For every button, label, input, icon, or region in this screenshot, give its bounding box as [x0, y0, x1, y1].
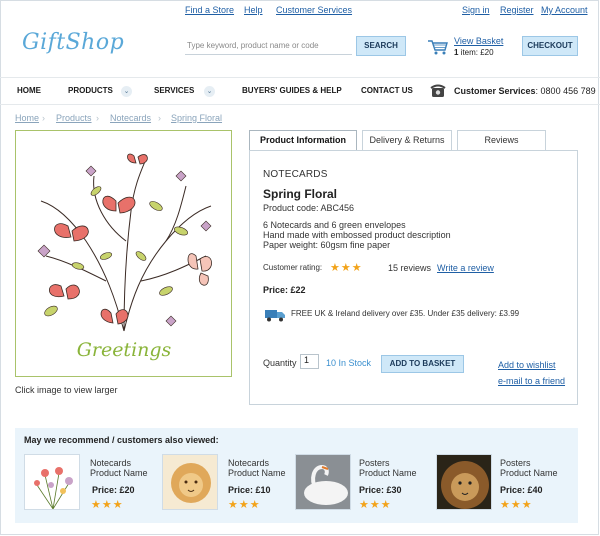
product-description: 6 Notecards and 6 green envelopes Hand m…: [263, 220, 451, 250]
rec-product-name[interactable]: Product Name: [359, 468, 417, 478]
search-button[interactable]: SEARCH: [356, 36, 406, 56]
delivery-truck-icon: [265, 310, 285, 322]
floral-card-illustration: Greetings: [37, 153, 212, 361]
product-price: Price: £22: [263, 285, 306, 295]
quantity-input[interactable]: 1: [300, 354, 319, 369]
rec-thumbnail-notecards-1[interactable]: [24, 454, 80, 510]
main-nav: HOME PRODUCTS ⌄ SERVICES ⌄ BUYERS' GUIDE…: [0, 77, 600, 105]
breadcrumb-separator: ›: [42, 113, 45, 123]
rec-thumbnail-notecards-2[interactable]: [162, 454, 218, 510]
rec-product-name[interactable]: Product Name: [228, 468, 286, 478]
my-account-link[interactable]: My Account: [541, 5, 588, 15]
nav-services[interactable]: SERVICES: [154, 86, 194, 95]
search-input[interactable]: [185, 37, 352, 55]
product-image[interactable]: Greetings: [15, 130, 232, 377]
rec-thumbnail-posters-1[interactable]: [295, 454, 351, 510]
stock-status: 10 In Stock: [326, 358, 372, 368]
rec-stars-icon: ★★★: [500, 499, 533, 511]
rec-product-name[interactable]: Product Name: [90, 468, 148, 478]
products-chevron-down-icon[interactable]: ⌄: [121, 86, 132, 97]
lion-photo-thumbnail-image: [437, 455, 491, 509]
nav-products[interactable]: PRODUCTS: [68, 86, 113, 95]
basket-icon[interactable]: [427, 37, 449, 55]
nav-home[interactable]: HOME: [17, 86, 41, 95]
customer-services-phone: Customer Services: 0800 456 789: [454, 86, 596, 96]
card-greeting-text: Greetings: [77, 339, 172, 361]
nav-contact-us[interactable]: CONTACT US: [361, 86, 413, 95]
rec-stars-icon: ★★★: [359, 499, 392, 511]
rec-stars-icon: ★★★: [91, 499, 124, 511]
tab-product-information[interactable]: Product Information: [249, 130, 357, 152]
rec-price: Price: £30: [359, 485, 402, 495]
add-to-basket-button[interactable]: ADD TO BASKET: [381, 355, 464, 373]
product-name: Spring Floral: [263, 187, 338, 201]
tab-delivery-returns[interactable]: Delivery & Returns: [362, 130, 452, 151]
description-line: Paper weight: 60gsm fine paper: [263, 240, 391, 250]
nav-buyers-guides[interactable]: BUYERS' GUIDES & HELP: [242, 86, 342, 95]
basket-summary: 1 item: £20: [454, 48, 494, 57]
breadcrumb-products[interactable]: Products: [56, 113, 92, 123]
tab-reviews[interactable]: Reviews: [457, 130, 546, 151]
phone-icon: [430, 84, 446, 97]
rating-label: Customer rating:: [263, 263, 323, 272]
cs-phone-number: : 0800 456 789: [535, 86, 596, 96]
rec-category: Notecards: [90, 458, 132, 468]
rec-category: Posters: [359, 458, 390, 468]
quantity-label: Quantity: [263, 358, 297, 368]
breadcrumb-separator: ›: [158, 113, 161, 123]
rec-category: Posters: [500, 458, 531, 468]
email-friend-link[interactable]: e-mail to a friend: [498, 376, 565, 386]
rec-category: Notecards: [228, 458, 270, 468]
product-type: NOTECARDS: [263, 169, 328, 180]
description-line: 6 Notecards and 6 green envelopes: [263, 220, 406, 230]
delivery-info: FREE UK & Ireland delivery over £35. Und…: [291, 309, 520, 318]
write-review-link[interactable]: Write a review: [437, 263, 494, 273]
lion-sketch-thumbnail-image: [163, 455, 217, 509]
breadcrumb-notecards[interactable]: Notecards: [110, 113, 151, 123]
help-link[interactable]: Help: [244, 5, 263, 15]
rec-stars-icon: ★★★: [228, 499, 261, 511]
rec-thumbnail-posters-2[interactable]: [436, 454, 492, 510]
customer-services-link[interactable]: Customer Services: [276, 5, 352, 15]
add-to-wishlist-link[interactable]: Add to wishlist: [498, 360, 556, 370]
services-chevron-down-icon[interactable]: ⌄: [204, 86, 215, 97]
rating-stars-icon: ★★★: [330, 262, 363, 274]
breadcrumb-spring-floral[interactable]: Spring Floral: [171, 113, 222, 123]
product-code: Product code: ABC456: [263, 203, 355, 213]
review-count: 15 reviews: [388, 263, 432, 273]
image-caption: Click image to view larger: [15, 385, 118, 395]
checkout-button[interactable]: CHECKOUT: [522, 36, 578, 56]
rec-price: Price: £40: [500, 485, 543, 495]
rec-product-name[interactable]: Product Name: [500, 468, 558, 478]
sign-in-link[interactable]: Sign in: [462, 5, 490, 15]
cs-label: Customer Services: [454, 86, 536, 96]
site-logo[interactable]: GiftShop: [22, 30, 124, 55]
swan-thumbnail-image: [296, 455, 350, 509]
recommendations-title: May we recommend / customers also viewed…: [24, 435, 219, 445]
description-line: Hand made with embossed product descript…: [263, 230, 451, 240]
find-store-link[interactable]: Find a Store: [185, 5, 234, 15]
view-basket-link[interactable]: View Basket: [454, 36, 503, 46]
rec-price: Price: £20: [92, 485, 135, 495]
flower-thumbnail-image: [34, 467, 73, 509]
breadcrumb-home[interactable]: Home: [15, 113, 39, 123]
rec-price: Price: £10: [228, 485, 271, 495]
register-link[interactable]: Register: [500, 5, 534, 15]
breadcrumb-separator: ›: [96, 113, 99, 123]
basket-count-suffix: item: £20: [458, 48, 494, 57]
